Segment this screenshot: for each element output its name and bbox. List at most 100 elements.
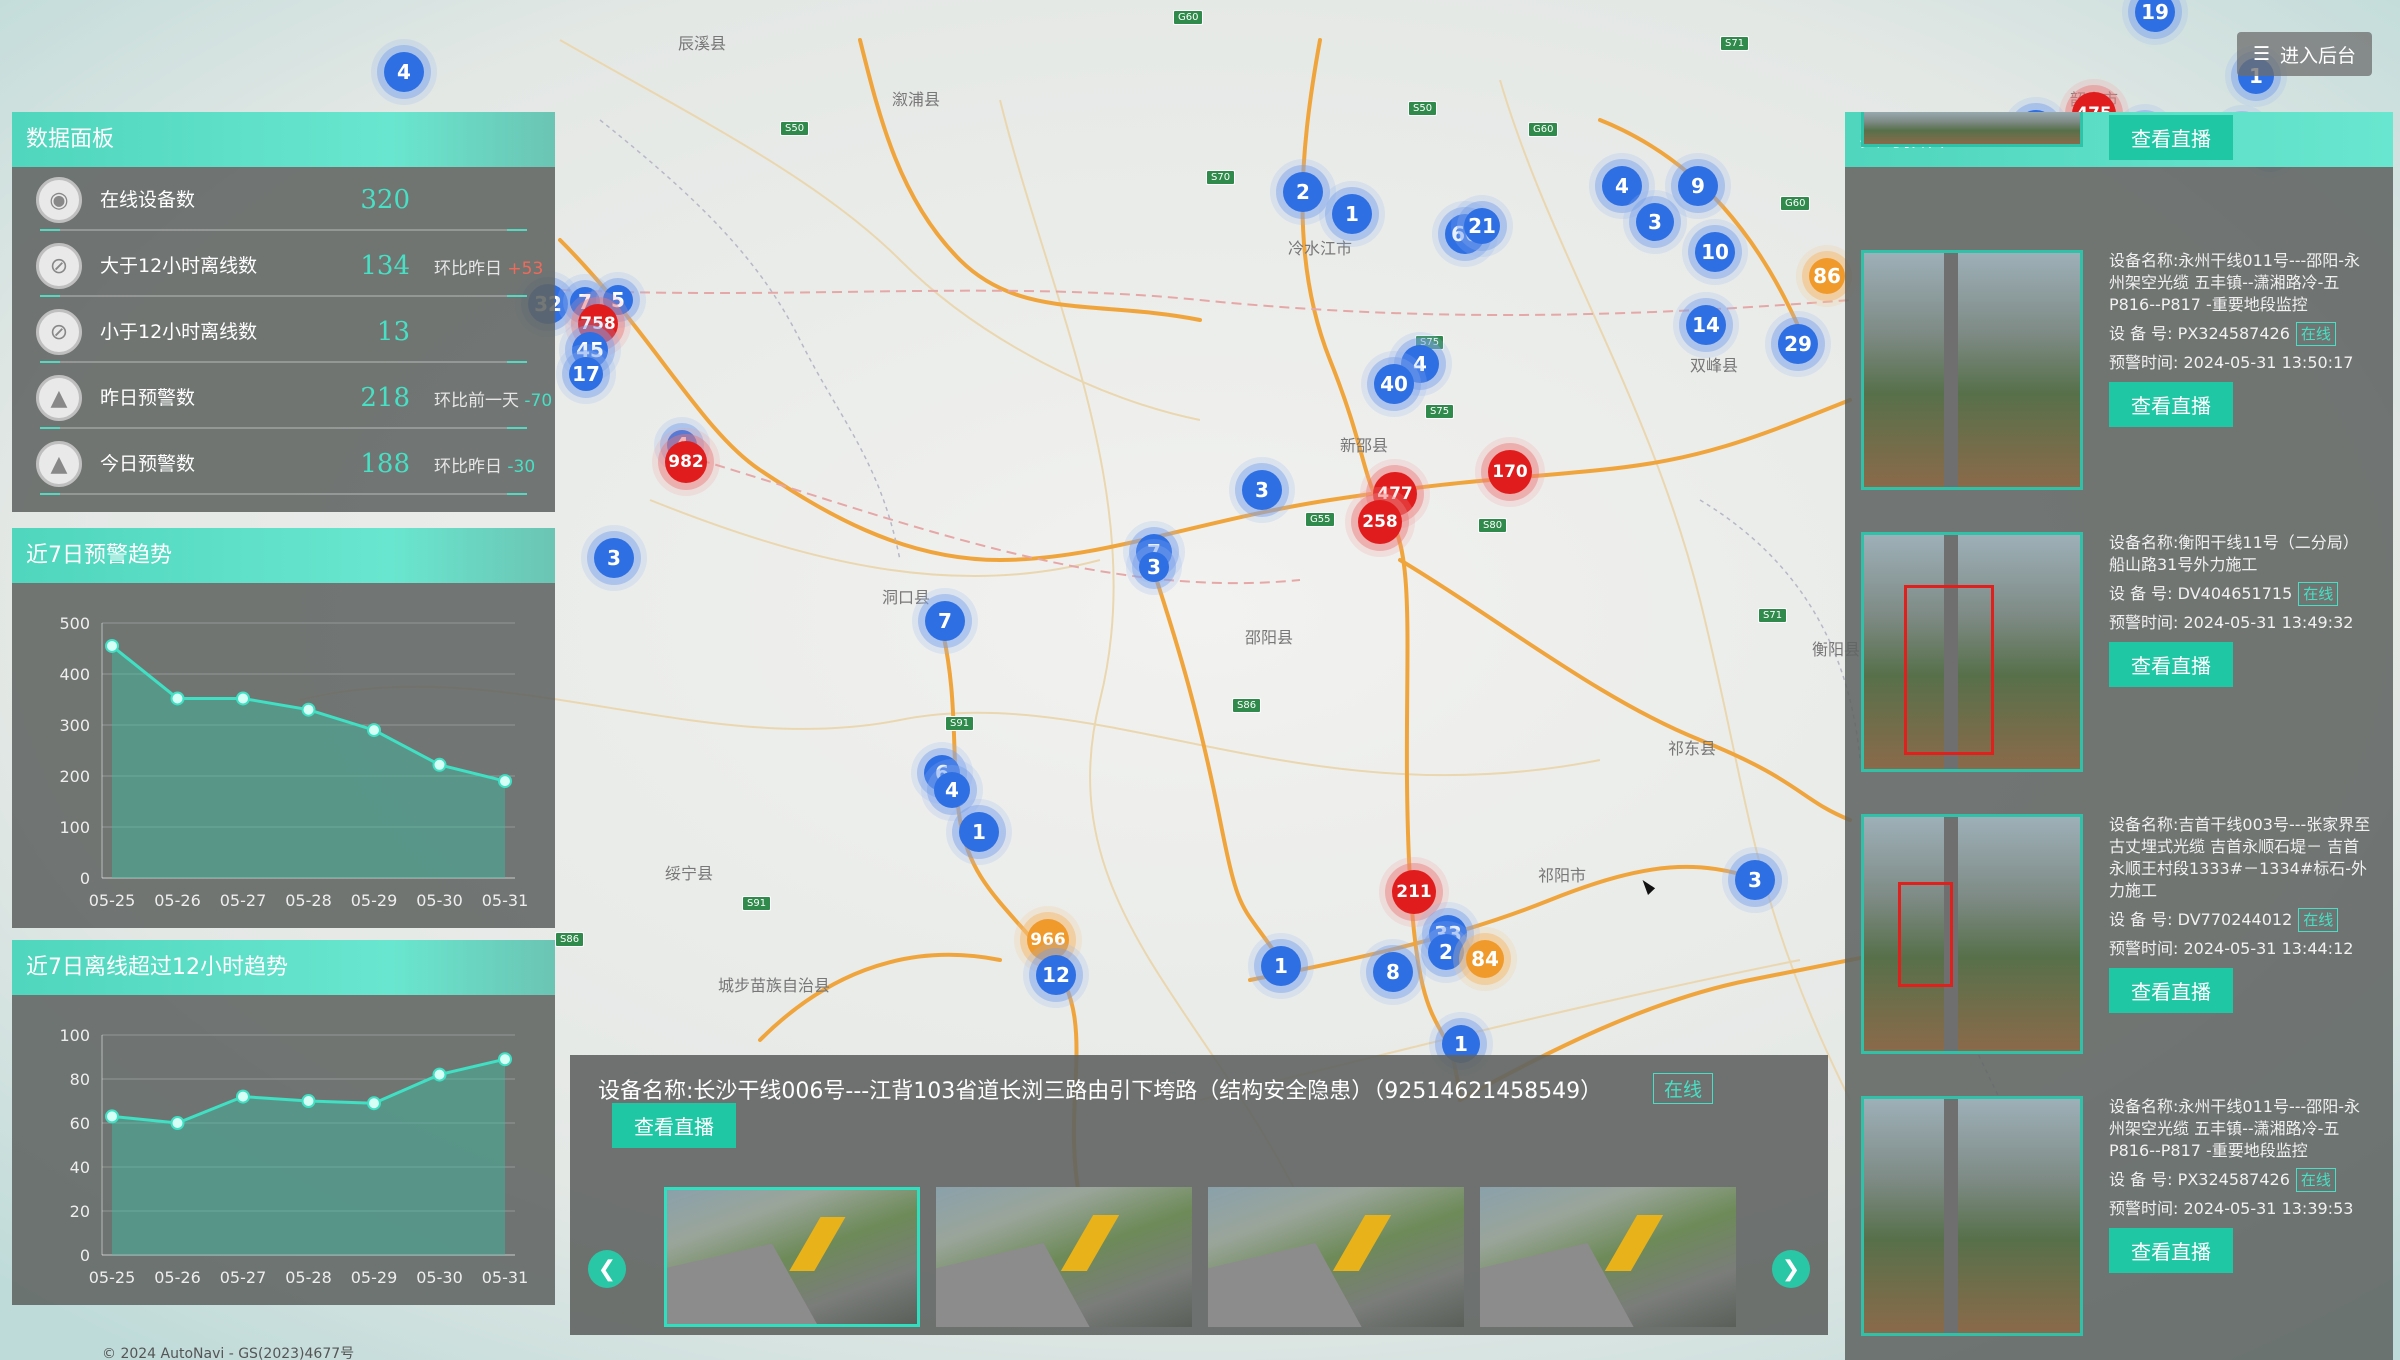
stat-label: 小于12小时离线数 xyxy=(100,321,258,343)
video-thumbnail[interactable] xyxy=(936,1187,1192,1327)
x-tick-label: 05-30 xyxy=(416,891,463,910)
map-cluster-marker[interactable]: 258 xyxy=(1358,500,1402,544)
alert-live-button[interactable]: 查看直播 xyxy=(2109,968,2233,1013)
stat-compare-label: 环比昨日 xyxy=(434,456,502,477)
map-cluster-marker[interactable]: 1 xyxy=(1261,946,1301,986)
series-area xyxy=(112,1059,505,1255)
realtime-alerts-panel[interactable]: 实时预警 查看直播设备名称:永州干线011号---邵阳-永州架空光缆 五丰镇--… xyxy=(1845,112,2393,1360)
data-point xyxy=(432,1067,447,1082)
x-tick-label: 05-28 xyxy=(285,891,332,910)
alert-card[interactable]: 设备名称:永州干线011号---邵阳-永州架空光缆 五丰镇--潇湘路冷-五P81… xyxy=(1861,250,2381,520)
video-thumbnail[interactable] xyxy=(1480,1187,1736,1327)
map-cluster-marker[interactable]: 84 xyxy=(1466,940,1504,978)
stats-panel: 数据面板 ◉ 在线设备数 320 ⊘ 大于12小时离线数 134 环比昨日 +53 ⊘ 小于1… xyxy=(12,112,555,512)
map-cluster-marker[interactable]: 40 xyxy=(1374,364,1414,404)
map-cluster-marker[interactable]: 4 xyxy=(934,772,970,808)
alert-thumbnail[interactable] xyxy=(1861,814,2083,1054)
stat-value: 188 xyxy=(360,449,410,479)
alert-id-prefix: 设 备 号: xyxy=(2109,584,2173,603)
device-live-button[interactable]: 查看直播 xyxy=(612,1103,736,1148)
map-cluster-marker[interactable]: 1 xyxy=(1332,194,1372,234)
alert-card[interactable]: 设备名称:衡阳干线11号（二分局）船山路31号外力施工设 备 号: DV4046… xyxy=(1861,532,2381,802)
map-place-label: 邵阳县 xyxy=(1245,628,1294,647)
map-cluster-marker[interactable]: 2 xyxy=(1283,172,1323,212)
alert-thumbnail[interactable] xyxy=(1861,1096,2083,1336)
device-detail-bar: 设备名称:长沙干线006号---江背103省道长浏三路由引下垮路（结构安全隐患）… xyxy=(570,1055,1828,1335)
stat-value: 218 xyxy=(360,383,410,413)
map-cluster-marker[interactable]: 29 xyxy=(1778,324,1818,364)
map-cluster-marker[interactable]: 10 xyxy=(1695,232,1735,272)
data-point xyxy=(236,1089,250,1104)
highway-shield: S75 xyxy=(1425,404,1455,419)
x-tick-label: 05-28 xyxy=(285,1268,332,1287)
y-tick-label: 500 xyxy=(59,614,90,633)
x-tick-label: 05-27 xyxy=(220,1268,267,1287)
map-cluster-marker[interactable]: 3 xyxy=(1735,860,1775,900)
enter-backend-button[interactable]: ☰ 进入后台 xyxy=(2237,32,2373,76)
map-cluster-marker[interactable]: 14 xyxy=(1686,305,1726,345)
highway-shield: S91 xyxy=(945,716,975,731)
stat-icon: ▲ xyxy=(36,441,82,487)
alert-id-prefix: 设 备 号: xyxy=(2109,324,2173,343)
alert-id-prefix: 设 备 号: xyxy=(2109,910,2173,929)
highway-shield: S50 xyxy=(1408,101,1438,116)
stat-compare-value: -30 xyxy=(507,456,536,477)
alert-card[interactable]: 设备名称:吉首干线003号---张家界至古丈埋式光缆 吉首永顺石堤－ 吉首永顺王… xyxy=(1861,814,2381,1084)
map-cluster-marker[interactable]: 1 xyxy=(959,812,999,852)
map-place-label: 新邵县 xyxy=(1340,436,1389,455)
chevron-right-icon[interactable]: ❯ xyxy=(1772,1250,1810,1288)
map-cluster-marker[interactable]: 2 xyxy=(1428,934,1464,970)
alert-time-prefix: 预警时间: xyxy=(2109,353,2179,372)
map-cluster-marker[interactable]: 7 xyxy=(925,601,965,641)
highway-shield: S71 xyxy=(1758,608,1788,623)
map-place-label: 辰溪县 xyxy=(678,34,727,53)
alert-id-prefix: 设 备 号: xyxy=(2109,1170,2173,1189)
stat-icon: ▲ xyxy=(36,375,82,421)
offline-trend-panel: 近7日离线超过12小时趋势 0 20 40 60 80 100 05-25 05-26 05-2… xyxy=(12,940,555,1305)
map-cluster-marker[interactable]: 86 xyxy=(1809,258,1845,294)
alert-live-button[interactable]: 查看直播 xyxy=(2109,642,2233,687)
stat-compare: 环比昨日 -30 xyxy=(434,452,535,477)
highway-shield: S91 xyxy=(742,896,772,911)
map-cluster-marker[interactable]: 4 xyxy=(384,52,424,92)
alert-card[interactable]: 设备名称:永州干线011号---邵阳-永州架空光缆 五丰镇--潇湘路冷-五P81… xyxy=(1861,1096,2381,1360)
alert-thumbnail[interactable] xyxy=(1861,532,2083,772)
alert-time-value: 2024-05-31 13:39:53 xyxy=(2183,1199,2354,1218)
highway-shield: S86 xyxy=(1232,698,1262,713)
map-cluster-marker[interactable]: 966 xyxy=(1027,919,1069,961)
x-tick-label: 05-25 xyxy=(89,891,136,910)
map-place-label: 溆浦县 xyxy=(892,90,941,109)
map-cluster-marker[interactable]: 9 xyxy=(1678,166,1718,206)
map-cluster-marker[interactable]: 3 xyxy=(1139,552,1169,582)
map-cluster-marker[interactable]: 3 xyxy=(1636,203,1674,241)
y-tick-label: 0 xyxy=(80,1246,90,1265)
map-cluster-marker[interactable]: 3 xyxy=(594,538,634,578)
highway-shield: S70 xyxy=(1206,170,1236,185)
stat-label: 昨日预警数 xyxy=(100,387,196,409)
map-cluster-marker[interactable]: 12 xyxy=(1036,955,1076,995)
alert-live-button[interactable]: 查看直播 xyxy=(2109,382,2233,427)
alert-live-button[interactable]: 查看直播 xyxy=(2109,115,2233,160)
data-point xyxy=(170,1116,185,1130)
alert-thumbnail[interactable] xyxy=(1861,112,2083,147)
map-cluster-marker[interactable]: 8 xyxy=(1373,952,1413,992)
map-cluster-marker[interactable]: 4 xyxy=(1602,166,1642,206)
map-cluster-marker[interactable]: 17 xyxy=(569,357,603,391)
video-thumbnail[interactable] xyxy=(1208,1187,1464,1327)
map-cluster-marker[interactable]: 170 xyxy=(1488,450,1532,494)
map-place-label: 祁阳市 xyxy=(1538,866,1587,885)
map-cluster-marker[interactable]: 211 xyxy=(1392,870,1436,914)
y-tick-label: 100 xyxy=(59,1026,90,1045)
alert-live-button[interactable]: 查看直播 xyxy=(2109,1228,2233,1273)
warning-trend-title: 近7日预警趋势 xyxy=(12,528,555,583)
map-cluster-marker[interactable]: 982 xyxy=(665,441,707,483)
map-cluster-marker[interactable]: 3 xyxy=(1242,470,1282,510)
highway-shield: S71 xyxy=(1720,36,1750,51)
alert-thumbnail[interactable] xyxy=(1861,250,2083,490)
data-point xyxy=(301,1094,316,1108)
alert-time: 预警时间: 2024-05-31 13:49:32 xyxy=(2109,612,2371,634)
video-thumbnail[interactable] xyxy=(664,1187,920,1327)
map-cluster-marker[interactable]: 21 xyxy=(1464,208,1500,244)
x-tick-label: 05-29 xyxy=(351,891,398,910)
chevron-left-icon[interactable]: ❮ xyxy=(588,1250,626,1288)
